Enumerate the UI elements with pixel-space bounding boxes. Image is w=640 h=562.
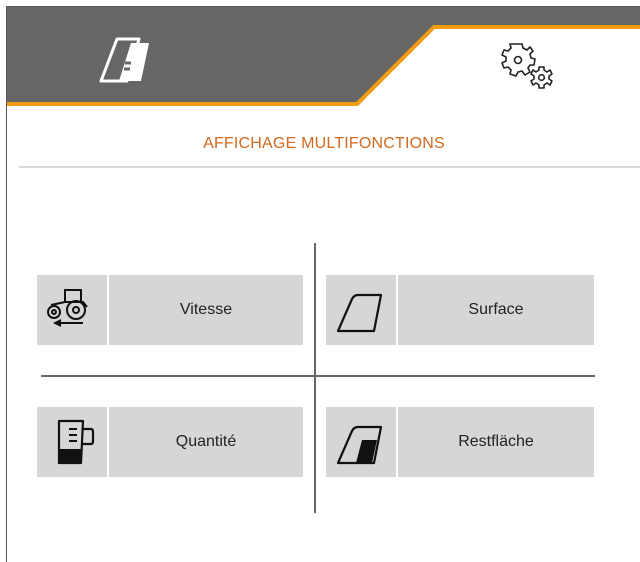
vertical-divider <box>314 243 316 513</box>
tab-settings[interactable] <box>437 25 640 105</box>
tile-icon-box <box>37 407 107 477</box>
tile-label: Restfläche <box>398 407 594 477</box>
screen: AFFICHAGE MULTIFONCTIONS Vitesse Surface… <box>6 6 640 562</box>
tile-label: Vitesse <box>109 275 303 345</box>
area-icon <box>336 293 383 333</box>
title-divider <box>19 166 640 168</box>
tile-restflaeche[interactable]: Restfläche <box>326 407 594 477</box>
tile-icon-box <box>326 407 396 477</box>
horizontal-divider <box>41 375 595 377</box>
hopper-icon <box>57 419 95 465</box>
tab-bar <box>7 7 640 107</box>
tractor-icon <box>47 289 88 327</box>
tile-icon-box <box>326 275 396 345</box>
field-icon <box>99 37 149 83</box>
tile-vitesse[interactable]: Vitesse <box>37 275 303 345</box>
tile-label: Quantité <box>109 407 303 477</box>
tile-surface[interactable]: Surface <box>326 275 594 345</box>
tile-icon-box <box>37 275 107 345</box>
gears-icon <box>501 43 553 89</box>
tile-quantite[interactable]: Quantité <box>37 407 303 477</box>
tile-label: Surface <box>398 275 594 345</box>
page-title: AFFICHAGE MULTIFONCTIONS <box>203 135 445 152</box>
tab-field[interactable] <box>67 25 187 85</box>
remaining-area-icon <box>336 425 383 465</box>
